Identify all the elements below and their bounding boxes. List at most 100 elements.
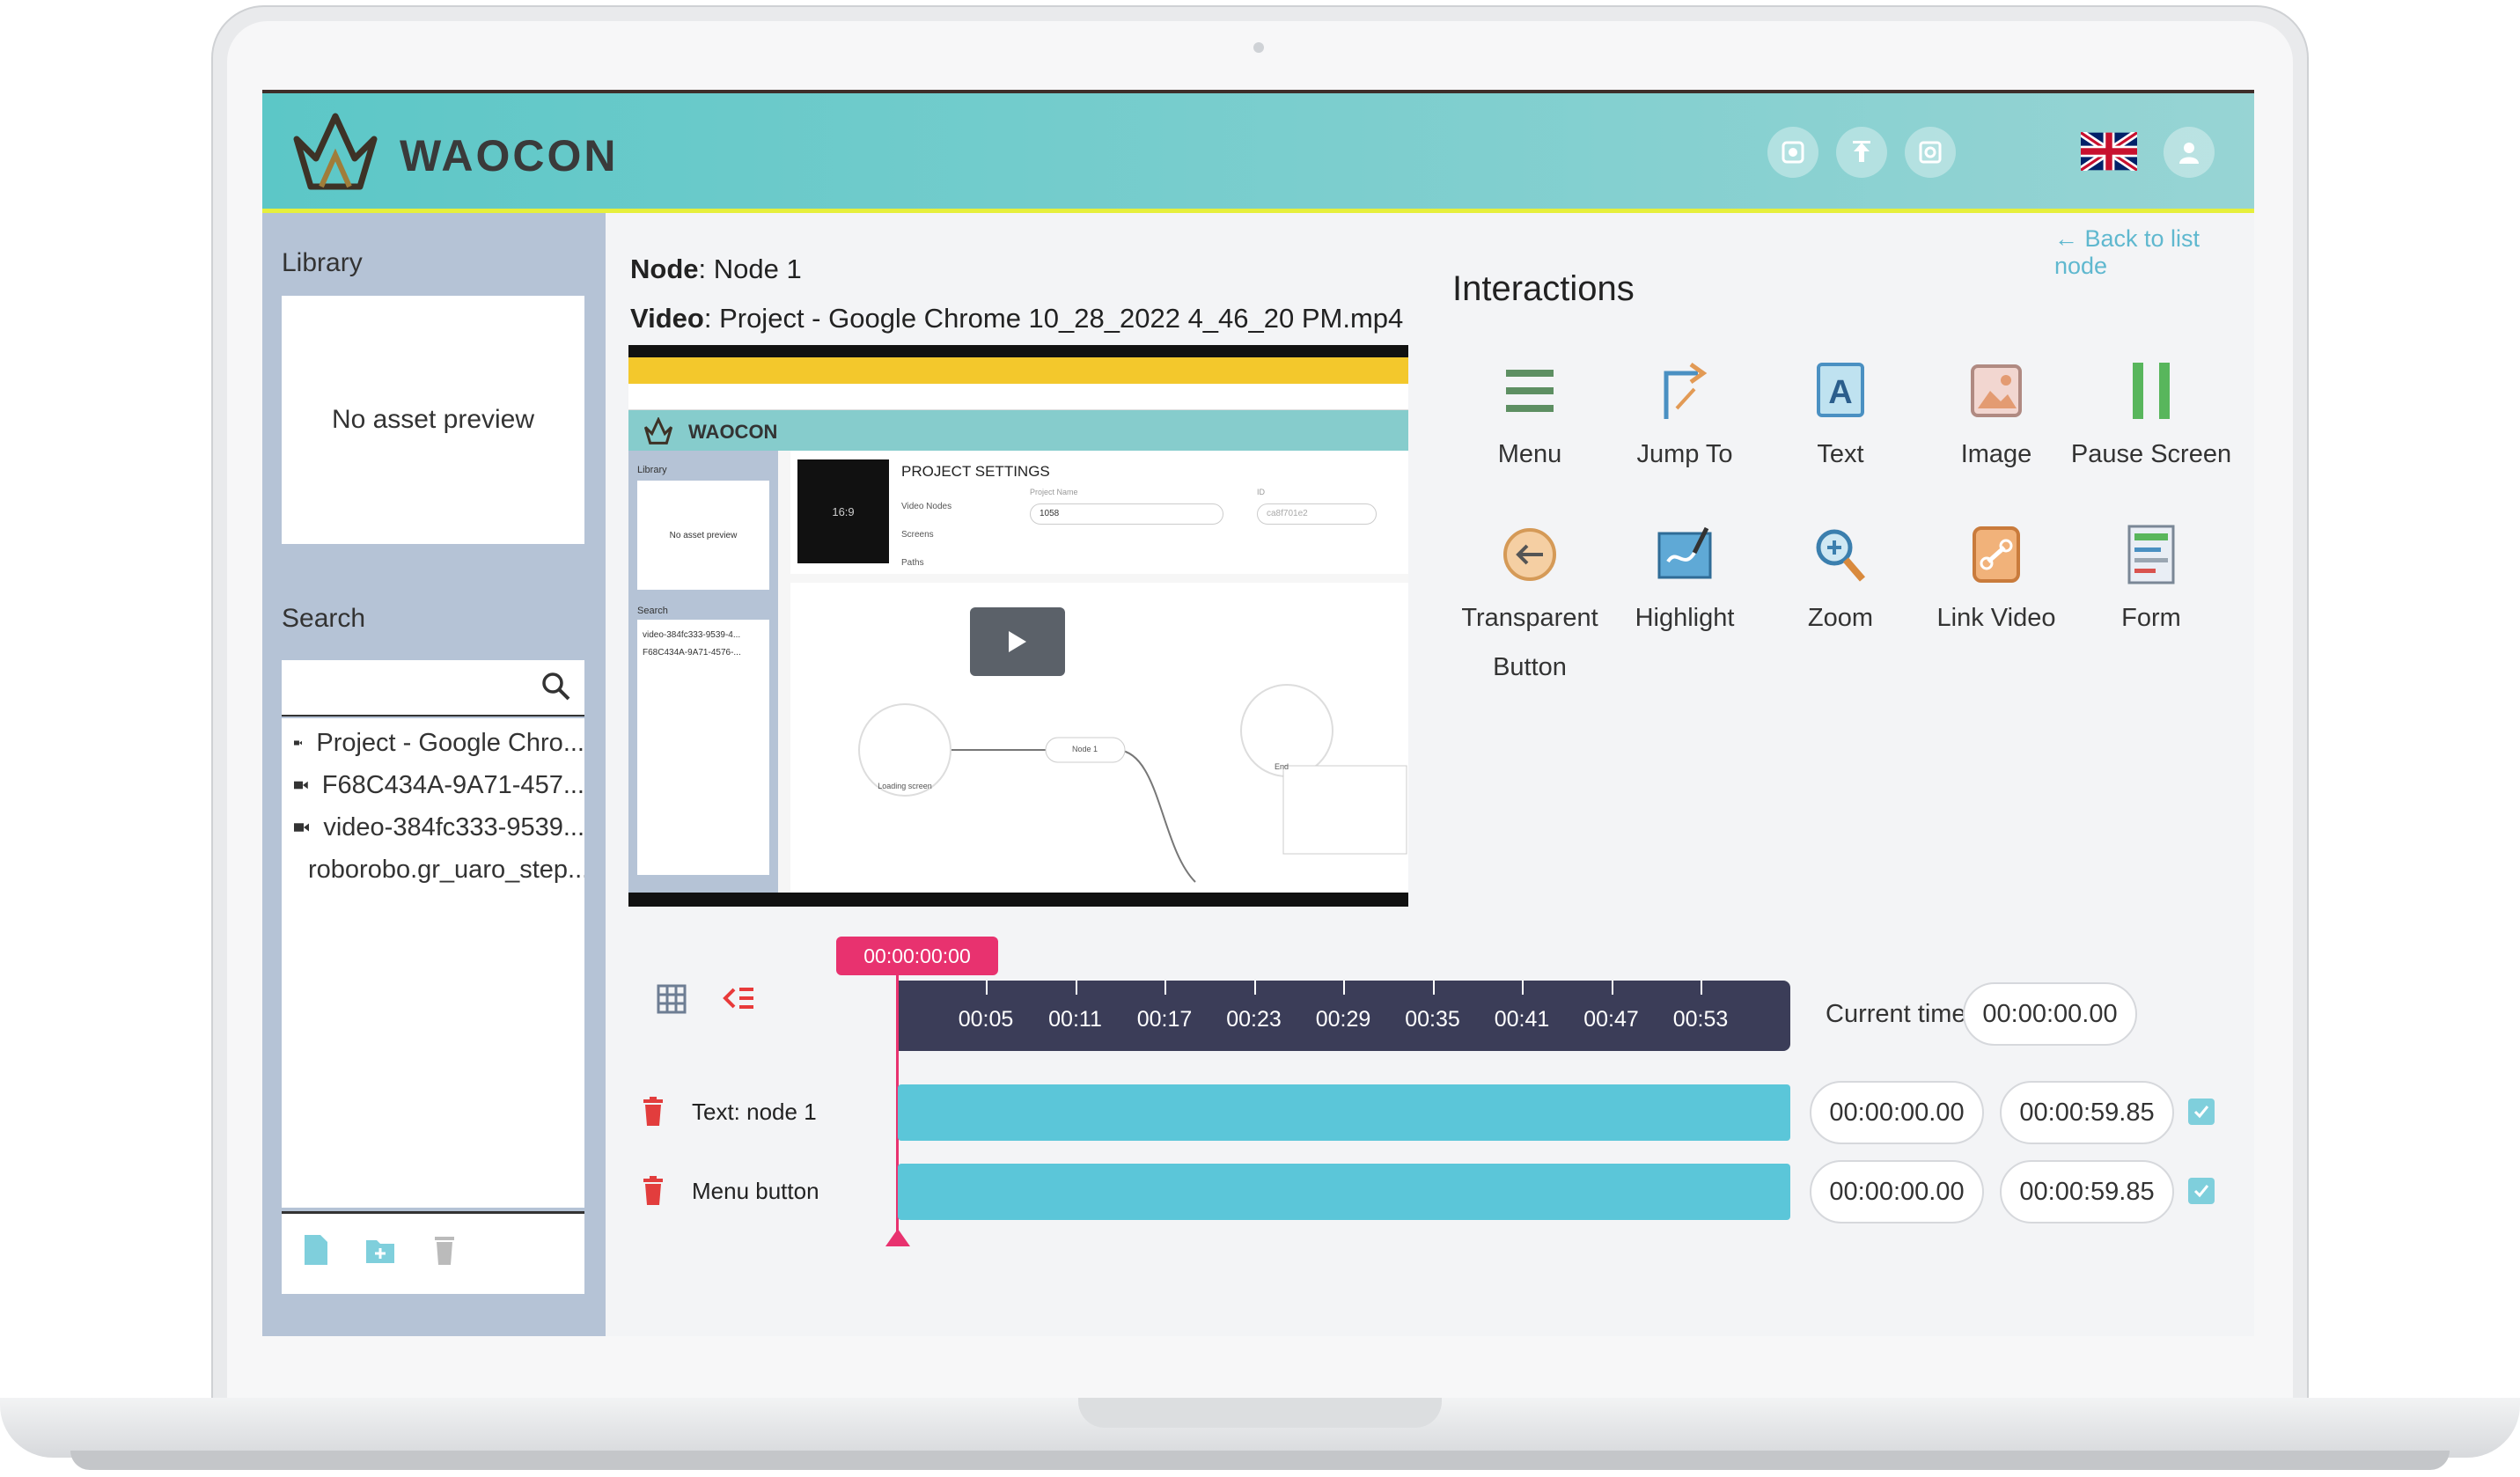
search-title: Search bbox=[282, 604, 366, 633]
interaction-label: Zoom bbox=[1807, 604, 1874, 632]
arrow-left-icon: ← bbox=[2054, 225, 2078, 252]
interactions-title: Interactions bbox=[1452, 269, 1635, 308]
video-node-graph-lines bbox=[858, 684, 1407, 883]
ruler-tick-label: 00:17 bbox=[1136, 1007, 1193, 1032]
video-node-graph: Loading screen Node 1 End bbox=[790, 583, 1408, 893]
ruler-tick-label: 00:29 bbox=[1315, 1007, 1371, 1032]
app-screen: WAOCON Library No asset preview Search P… bbox=[262, 90, 2254, 1336]
interaction-transparent-button[interactable]: Transparent Button bbox=[1444, 521, 1616, 692]
list-reverse-icon[interactable] bbox=[722, 984, 757, 1014]
interaction-pause-screen[interactable]: Pause Screen bbox=[2065, 357, 2237, 479]
new-folder-icon[interactable] bbox=[364, 1233, 396, 1267]
library-title: Library bbox=[282, 248, 363, 277]
interaction-highlight[interactable]: Highlight bbox=[1598, 521, 1771, 643]
settings-button[interactable] bbox=[1905, 127, 1956, 178]
video-node-label: Node 1 bbox=[1072, 745, 1098, 753]
playhead-handle[interactable] bbox=[885, 1229, 910, 1246]
asset-name: Project - Google Chro... bbox=[316, 728, 584, 757]
video-settings-panel: 16:9 PROJECT SETTINGS Video Nodes Screen… bbox=[790, 451, 1408, 574]
text-icon: A bbox=[1817, 363, 1864, 417]
interaction-image[interactable]: Image bbox=[1910, 357, 2083, 479]
ruler-tick-label: 00:41 bbox=[1494, 1007, 1550, 1032]
asset-item[interactable]: video-384fc333-9539... bbox=[282, 806, 584, 849]
track-start-field[interactable]: 00:00:00.00 bbox=[1810, 1081, 1984, 1144]
video-browser-url bbox=[628, 384, 1408, 410]
playhead-time[interactable]: 00:00:00:00 bbox=[836, 937, 998, 975]
ruler-tick bbox=[1164, 981, 1166, 995]
video-node-label: End bbox=[1275, 762, 1289, 771]
transparent-button-icon bbox=[1503, 528, 1556, 581]
play-icon bbox=[1009, 631, 1026, 652]
asset-name: roborobo.gr_uaro_step... bbox=[308, 855, 584, 884]
track-bar[interactable] bbox=[898, 1084, 1790, 1141]
track-checkbox[interactable] bbox=[2188, 1099, 2215, 1125]
interaction-form[interactable]: Form bbox=[2065, 521, 2237, 643]
search-icon[interactable] bbox=[540, 671, 572, 702]
zoom-icon bbox=[1816, 529, 1866, 582]
video-settings-item: Screens bbox=[901, 530, 934, 540]
node-value: : Node 1 bbox=[698, 254, 802, 284]
play-button[interactable] bbox=[970, 607, 1065, 676]
upload-button[interactable] bbox=[1836, 127, 1887, 178]
asset-item[interactable]: Project - Google Chro... bbox=[282, 722, 584, 764]
track-checkbox[interactable] bbox=[2188, 1178, 2215, 1204]
ruler-tick bbox=[1701, 981, 1702, 995]
top-bar: WAOCON bbox=[262, 93, 2254, 213]
laptop-notch bbox=[1078, 1398, 1442, 1428]
ruler-tick bbox=[1432, 981, 1435, 995]
delete-track-icon[interactable] bbox=[643, 1176, 664, 1206]
video-settings-item: Video Nodes bbox=[901, 502, 952, 511]
track-end-field[interactable]: 00:00:59.85 bbox=[2000, 1160, 2174, 1223]
pause-icon bbox=[2133, 363, 2170, 419]
camera bbox=[1253, 42, 1264, 53]
interaction-text[interactable]: A Text bbox=[1754, 357, 1927, 479]
video-icon bbox=[294, 740, 303, 746]
current-time-field[interactable]: 00:00:00.00 bbox=[1963, 982, 2137, 1046]
ruler-tick bbox=[986, 981, 988, 995]
ruler-tick-label: 00:53 bbox=[1672, 1007, 1729, 1032]
delete-track-icon[interactable] bbox=[643, 1097, 664, 1127]
check-icon bbox=[2193, 1106, 2209, 1119]
interaction-label: Transparent bbox=[1461, 604, 1598, 632]
asset-list: Project - Google Chro... F68C434A-9A71-4… bbox=[282, 718, 584, 1208]
grid-icon[interactable] bbox=[657, 984, 687, 1014]
video-brand: WAOCON bbox=[688, 421, 778, 443]
video-thumb: 16:9 bbox=[797, 459, 889, 563]
back-to-list-link[interactable]: ← Back to list node bbox=[2054, 225, 2254, 280]
track-start-field[interactable]: 00:00:00.00 bbox=[1810, 1160, 1984, 1223]
video-app-header: WAOCON bbox=[628, 410, 1408, 451]
timeline-ruler[interactable]: 00:05 00:11 00:17 00:23 00:29 00:35 00:41 00:47… bbox=[898, 981, 1790, 1051]
library-sidebar: Library No asset preview Search Project … bbox=[262, 213, 606, 1336]
search-input[interactable] bbox=[282, 660, 584, 716]
track-label: Text: node 1 bbox=[692, 1099, 817, 1125]
interaction-zoom[interactable]: Zoom bbox=[1754, 521, 1927, 643]
current-time-value: 00:00:00.00 bbox=[1982, 999, 2118, 1028]
video-logo-icon bbox=[643, 417, 673, 445]
uk-flag-icon[interactable] bbox=[2081, 132, 2137, 171]
user-button[interactable] bbox=[2164, 127, 2215, 178]
video-node-label: Loading screen bbox=[878, 782, 932, 790]
asset-item[interactable]: F68C434A-9A71-457... bbox=[282, 764, 584, 806]
track-bar[interactable] bbox=[898, 1164, 1790, 1220]
link-video-icon bbox=[1973, 526, 2020, 583]
interaction-jump-to[interactable]: Jump To bbox=[1598, 357, 1771, 479]
video-project-name-field: 1058 bbox=[1030, 503, 1223, 525]
ruler-tick bbox=[1522, 981, 1524, 995]
track-end-field[interactable]: 00:00:59.85 bbox=[2000, 1081, 2174, 1144]
video-app-sidebar: Library No asset preview Search video-38… bbox=[628, 451, 778, 893]
current-time-label: Current time bbox=[1826, 1000, 1966, 1028]
asset-item[interactable]: roborobo.gr_uaro_step... bbox=[282, 849, 584, 891]
video-search-label: Search bbox=[637, 606, 668, 616]
interaction-menu[interactable]: Menu bbox=[1444, 357, 1616, 479]
interaction-link-video[interactable]: Link Video bbox=[1910, 521, 2083, 643]
video-asset-item: video-384fc333-9539-4... bbox=[643, 630, 741, 640]
video-id-field: ca8f701e2 bbox=[1257, 503, 1377, 525]
preview-button[interactable] bbox=[1767, 127, 1818, 178]
video-value: : Project - Google Chrome 10_28_2022 4_4… bbox=[703, 303, 1404, 334]
laptop-base-shadow bbox=[70, 1451, 2450, 1470]
video-asset-item: F68C434A-9A71-4576-... bbox=[643, 648, 741, 658]
video-player[interactable]: WAOCON Library No asset preview Search v… bbox=[628, 345, 1408, 907]
new-file-icon[interactable] bbox=[303, 1233, 329, 1267]
user-icon bbox=[2179, 143, 2199, 164]
delete-icon[interactable] bbox=[431, 1233, 458, 1267]
